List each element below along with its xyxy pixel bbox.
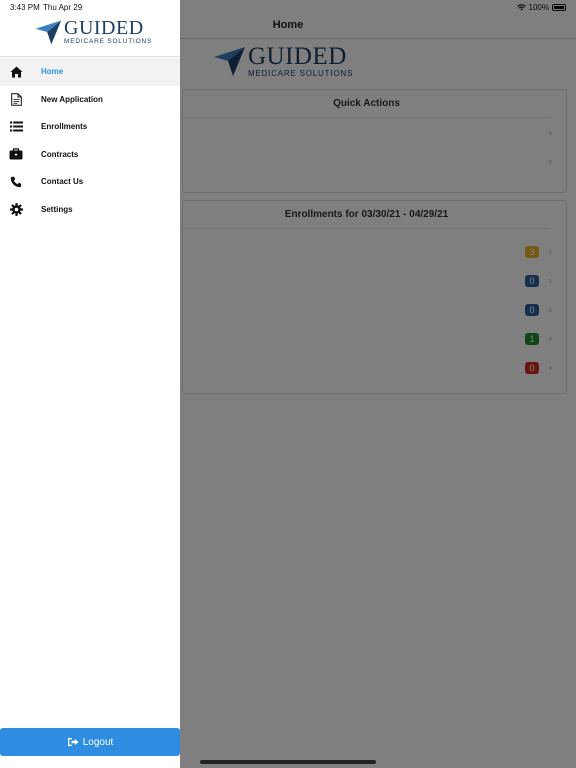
home-indicator[interactable]	[200, 760, 376, 764]
home-icon	[9, 65, 23, 79]
menu-item-contact-us[interactable]: Contact Us	[0, 168, 180, 196]
menu-label: Contact Us	[41, 177, 84, 187]
logout-button[interactable]: Logout	[0, 728, 180, 756]
logout-label: Logout	[82, 736, 114, 748]
logo-name: GUIDED	[64, 16, 144, 39]
menu-label: New Application	[41, 94, 103, 104]
side-drawer: 3:43 PM Thu Apr 29 GUIDED MEDICARE SOLUT…	[0, 0, 180, 768]
drawer-status-bar: 3:43 PM Thu Apr 29	[0, 0, 180, 14]
menu-label: Settings	[41, 204, 73, 214]
logout-icon	[67, 738, 79, 746]
briefcase-icon	[9, 147, 23, 161]
drawer-menu: Home New Application Enrollments Contrac…	[0, 58, 180, 223]
menu-item-home[interactable]: Home	[0, 58, 180, 86]
status-date: Thu Apr 29	[43, 3, 83, 12]
drawer-logo: GUIDED MEDICARE SOLUTIONS	[34, 18, 152, 46]
menu-item-new-application[interactable]: New Application	[0, 86, 180, 114]
menu-item-enrollments[interactable]: Enrollments	[0, 113, 180, 141]
document-icon	[9, 92, 23, 106]
menu-label: Enrollments	[41, 122, 88, 132]
list-icon	[9, 120, 23, 134]
drawer-divider	[0, 56, 180, 57]
logo-mark-icon	[35, 20, 62, 45]
phone-icon	[9, 175, 23, 189]
status-time: 3:43 PM	[10, 3, 40, 12]
gear-icon	[9, 202, 23, 216]
menu-label: Home	[41, 67, 64, 77]
logo-tagline: MEDICARE SOLUTIONS	[64, 37, 153, 45]
menu-item-contracts[interactable]: Contracts	[0, 141, 180, 169]
menu-item-settings[interactable]: Settings	[0, 196, 180, 224]
menu-label: Contracts	[41, 149, 79, 159]
